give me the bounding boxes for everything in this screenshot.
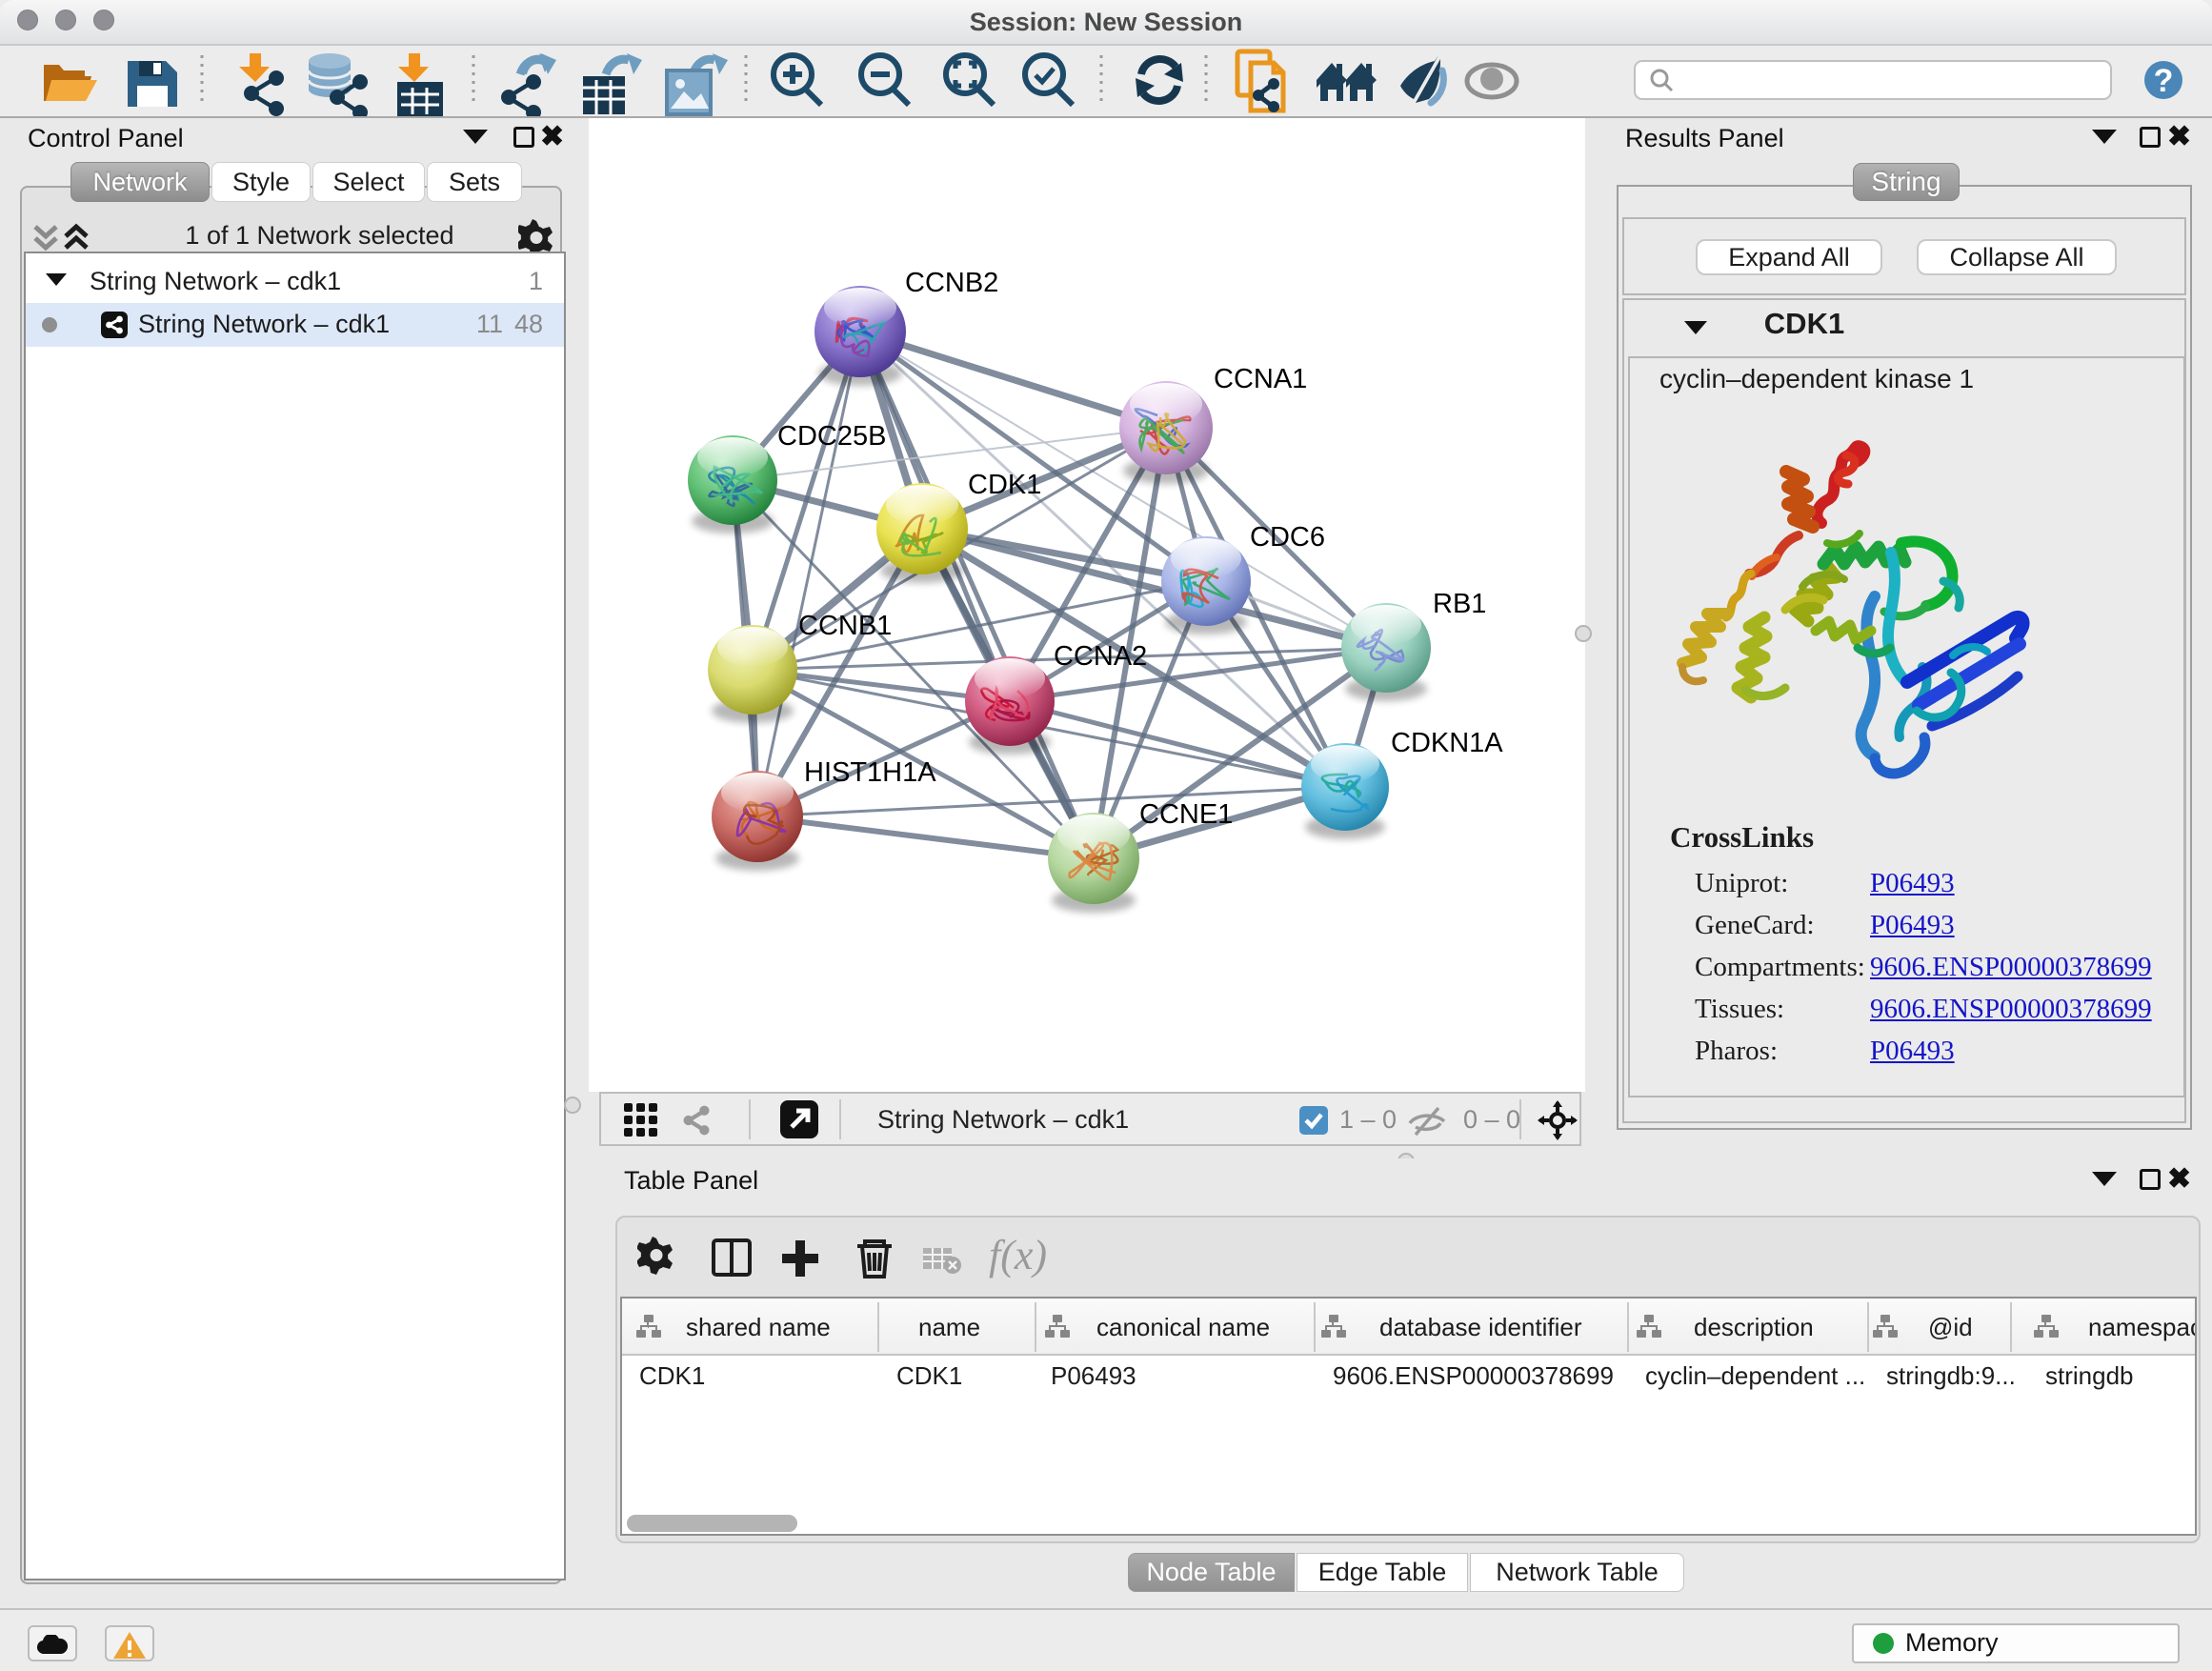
svg-text:CDKN1A: CDKN1A [1391,728,1503,758]
svg-text:CDK1: CDK1 [968,470,1041,500]
svg-text:CDC6: CDC6 [1250,522,1325,553]
svg-text:HIST1H1A: HIST1H1A [804,757,936,788]
svg-text:CCNA2: CCNA2 [1054,641,1147,672]
svg-text:CCNA1: CCNA1 [1214,364,1307,394]
svg-text:CCNB1: CCNB1 [798,611,892,641]
svg-text:CDC25B: CDC25B [777,421,886,452]
svg-text:?: ? [2154,63,2174,99]
svg-text:CCNE1: CCNE1 [1139,799,1233,830]
svg-text:CCNB2: CCNB2 [905,268,998,298]
svg-text:RB1: RB1 [1433,589,1486,619]
